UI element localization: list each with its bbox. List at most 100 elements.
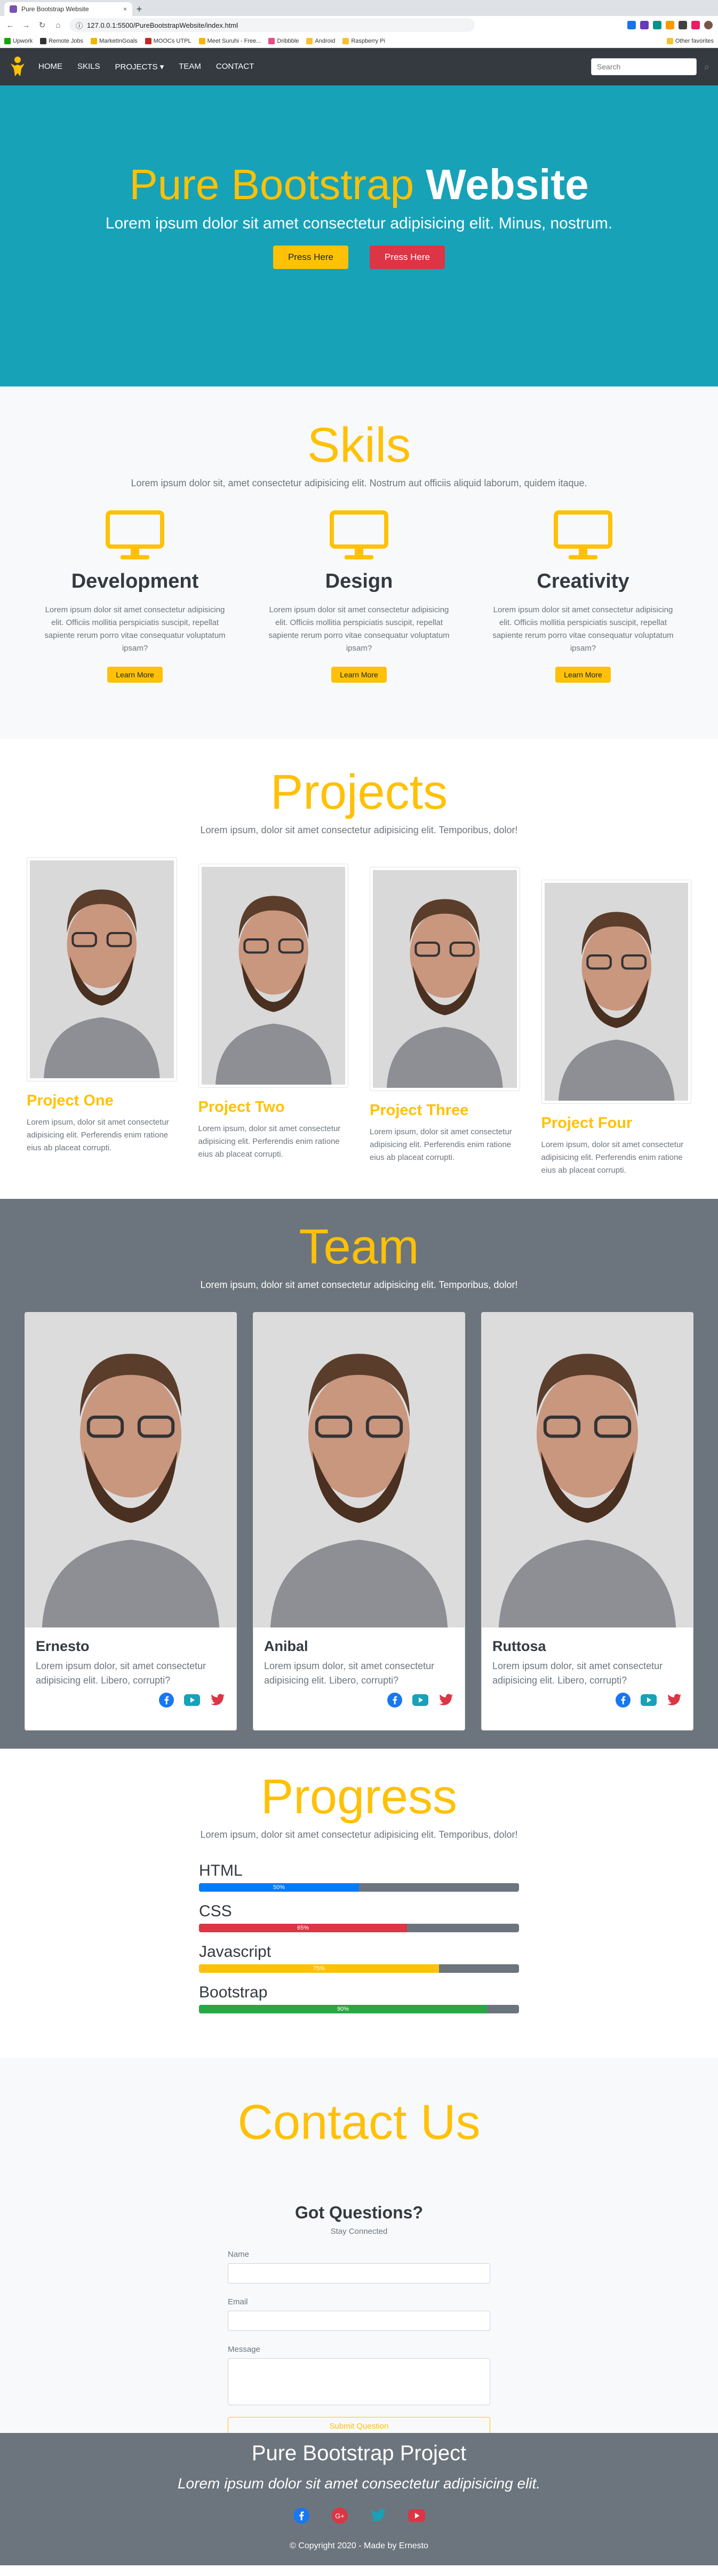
progress-fill: 90%	[199, 2005, 487, 2014]
extension-icon[interactable]	[691, 21, 700, 29]
hero-primary-button[interactable]: Press Here	[273, 246, 348, 269]
search-input[interactable]	[591, 58, 697, 75]
name-field[interactable]	[228, 2263, 490, 2284]
address-bar[interactable]: ⓘ 127.0.0.1:5500/PureBootstrapWebsite/in…	[69, 18, 475, 32]
progress-item: Bootstrap 90%	[199, 1984, 519, 2014]
progress-label: Javascript	[199, 1943, 272, 1961]
team-photo	[253, 1313, 465, 1628]
project-title: Project One	[27, 1092, 114, 1110]
skills-title: Skils	[307, 418, 411, 472]
nav-home[interactable]: HOME	[38, 62, 62, 72]
home-icon[interactable]: ⌂	[53, 21, 63, 30]
team-text: Lorem ipsum dolor, sit amet consectetur …	[36, 1661, 206, 1686]
browser-tab[interactable]: Pure Bootstrap Website ×	[4, 2, 132, 16]
forward-icon[interactable]: →	[21, 21, 31, 30]
name-label: Name	[228, 2250, 250, 2259]
twitter-icon[interactable]	[210, 1692, 226, 1708]
team-card: Ernesto Lorem ipsum dolor, sit amet cons…	[25, 1312, 237, 1731]
new-tab-button[interactable]: +	[132, 2, 146, 16]
progress-bar: 90%	[199, 2005, 519, 2014]
project-photo	[198, 864, 348, 1088]
progress-fill: 75%	[199, 1964, 439, 1973]
bootstrap-favicon-icon	[10, 5, 17, 13]
project-text: Lorem ipsum, dolor sit amet consectetur …	[27, 1118, 169, 1153]
progress-fill: 50%	[199, 1883, 359, 1892]
twitter-icon[interactable]	[666, 1692, 682, 1708]
hero-secondary-button[interactable]: Press Here	[370, 246, 445, 269]
copyright-text: © Copyright 2020 - Made by Ernesto	[290, 2541, 428, 2550]
monitor-icon	[106, 510, 164, 560]
projects-title: Projects	[270, 765, 448, 819]
team-card: Ruttosa Lorem ipsum dolor, sit amet cons…	[481, 1312, 693, 1731]
bookmark-item[interactable]: MarketInGoals	[91, 37, 138, 44]
back-icon[interactable]: ←	[5, 21, 15, 30]
project-card: Project Four Lorem ipsum, dolor sit amet…	[541, 880, 691, 1177]
email-field[interactable]	[228, 2311, 490, 2332]
bookmark-item[interactable]: Remote Jobs	[40, 37, 83, 44]
bookmark-item[interactable]: MOOCs UTPL	[145, 37, 192, 44]
team-card: Anibal Lorem ipsum dolor, sit amet conse…	[253, 1312, 465, 1731]
progress-section: Progress Lorem ipsum, dolor sit amet con…	[0, 1749, 718, 2058]
extension-icon[interactable]	[679, 21, 687, 29]
google-plus-icon[interactable]: G+	[331, 2507, 348, 2524]
skills-section: Skils Lorem ipsum dolor sit, amet consec…	[0, 386, 718, 739]
footer: Pure Bootstrap Project Lorem ipsum dolor…	[0, 2433, 718, 2565]
skill-heading: Creativity	[537, 570, 629, 593]
nav-skils[interactable]: SKILS	[77, 62, 100, 72]
other-favorites[interactable]: Other favorites	[666, 37, 714, 44]
team-name: Anibal	[264, 1638, 308, 1655]
bookmark-item[interactable]: Android	[306, 37, 335, 44]
info-icon: ⓘ	[76, 21, 83, 30]
youtube-icon[interactable]	[408, 2507, 425, 2524]
profile-avatar-icon[interactable]	[704, 21, 713, 29]
learn-more-button[interactable]: Learn More	[107, 667, 163, 683]
facebook-icon[interactable]	[293, 2507, 310, 2524]
bookmark-item[interactable]: Meet Suruhi - Free...	[198, 37, 261, 44]
contact-title: Contact Us	[237, 2095, 481, 2150]
close-tab-icon[interactable]: ×	[123, 5, 127, 13]
facebook-icon[interactable]	[615, 1692, 631, 1708]
message-field[interactable]	[228, 2358, 490, 2406]
learn-more-button[interactable]: Learn More	[331, 667, 387, 683]
skill-heading: Development	[71, 570, 199, 593]
nav-links: HOME SKILS PROJECTS ▾ TEAM CONTACT	[38, 62, 254, 72]
bookmark-item[interactable]: Dribbble	[268, 37, 299, 44]
youtube-icon[interactable]	[641, 1692, 657, 1708]
twitter-icon[interactable]	[438, 1692, 454, 1708]
social-links	[264, 1692, 454, 1708]
project-photo	[541, 880, 691, 1104]
bookmark-item[interactable]: Raspberry Pi	[342, 37, 385, 44]
facebook-icon[interactable]	[158, 1692, 174, 1708]
extension-icon[interactable]	[640, 21, 649, 29]
team-body: Ernesto Lorem ipsum dolor, sit amet cons…	[25, 1627, 236, 1719]
skills-subtitle: Lorem ipsum dolor sit, amet consectetur …	[131, 478, 587, 489]
tab-title: Pure Bootstrap Website	[21, 5, 89, 13]
extension-icon[interactable]	[666, 21, 674, 29]
twitter-icon[interactable]	[370, 2507, 387, 2524]
learn-more-button[interactable]: Learn More	[555, 667, 611, 683]
project-photo	[370, 867, 520, 1092]
brand-logo-icon[interactable]	[9, 55, 27, 78]
skill-text: Lorem ipsum dolor sit amet consectetur a…	[268, 605, 450, 653]
progress-bar: 65%	[199, 1924, 519, 1933]
facebook-icon[interactable]	[387, 1692, 403, 1708]
bookmark-item[interactable]: Upwork	[4, 37, 33, 44]
progress-fill: 65%	[199, 1924, 407, 1933]
nav-contact[interactable]: CONTACT	[216, 62, 254, 72]
youtube-icon[interactable]	[184, 1692, 200, 1708]
skill-card: Design Lorem ipsum dolor sit amet consec…	[255, 510, 463, 683]
team-name: Ruttosa	[492, 1638, 546, 1655]
project-title: Project Two	[198, 1099, 285, 1116]
nav-team[interactable]: TEAM	[179, 62, 201, 72]
extension-icon[interactable]	[653, 21, 661, 29]
search-icon[interactable]: ⌕	[704, 61, 709, 73]
nav-projects-dropdown[interactable]: PROJECTS ▾	[115, 62, 164, 72]
project-photo	[27, 857, 177, 1082]
reload-icon[interactable]: ↻	[37, 20, 47, 30]
youtube-icon[interactable]	[412, 1692, 428, 1708]
skill-text: Lorem ipsum dolor sit amet consectetur a…	[492, 605, 674, 653]
project-card: Project One Lorem ipsum, dolor sit amet …	[27, 857, 177, 1177]
team-text: Lorem ipsum dolor, sit amet consectetur …	[264, 1661, 435, 1686]
extension-icon[interactable]	[627, 21, 636, 29]
progress-item: Javascript 75%	[199, 1943, 519, 1973]
